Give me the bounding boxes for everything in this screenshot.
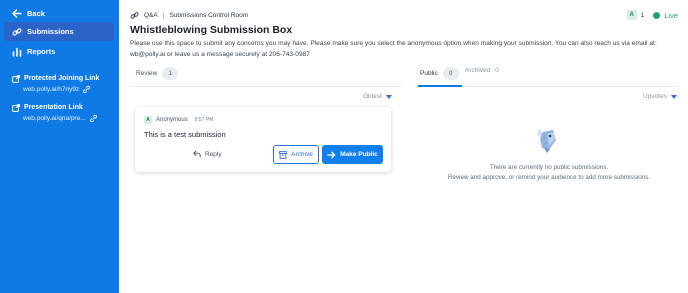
archived-count: 0 <box>495 67 499 74</box>
viewer-count: 1 <box>640 11 645 19</box>
sidebar: Back Submissions Reports Protected Joini… <box>0 0 119 293</box>
viewer-avatar: A <box>626 10 637 20</box>
empty-line-1: There are currently no public submission… <box>489 164 609 171</box>
sort-review-dropdown[interactable]: Oldest <box>363 93 392 100</box>
link-url[interactable]: web.polly.ai/qna/pre... <box>23 115 86 122</box>
breadcrumb-app[interactable]: Q&A <box>144 12 158 19</box>
main-content: Q&A | Submissions Control Room A 1 Live … <box>119 0 688 293</box>
link-title: Presentation Link <box>24 104 83 111</box>
copy-link-icon[interactable] <box>83 86 91 93</box>
app-root: Back Submissions Reports Protected Joini… <box>0 0 688 293</box>
sidebar-item-label: Reports <box>27 47 56 56</box>
live-dot-icon <box>653 11 661 19</box>
presentation-link: Presentation Link web.polly.ai/qna/pre..… <box>11 103 116 122</box>
review-count-badge: 1 <box>162 67 179 80</box>
tab-review[interactable]: Review 1 <box>136 67 179 80</box>
tab-label: Review <box>136 70 158 77</box>
copy-link-icon[interactable] <box>89 115 97 122</box>
reply-button[interactable]: Reply <box>193 150 222 158</box>
page-title: Whistleblowing Submission Box <box>130 24 293 36</box>
sidebar-item-label: Submissions <box>27 27 74 36</box>
link-url[interactable]: web.polly.ai/h7ny9z <box>23 86 79 93</box>
sort-public-dropdown[interactable]: Upvotes <box>643 93 677 100</box>
external-link-icon <box>11 103 20 112</box>
archive-button[interactable]: Archive <box>273 145 319 164</box>
breadcrumb: Q&A | Submissions Control Room <box>130 11 248 20</box>
tab-archived[interactable]: Archived 0 <box>465 67 499 74</box>
tab-label: Public <box>420 70 438 77</box>
protected-joining-link: Protected Joining Link web.polly.ai/h7ny… <box>11 74 116 93</box>
live-label: Live <box>664 10 678 20</box>
sort-label: Upvotes <box>643 93 667 100</box>
submission-text: This is a test submission <box>144 130 226 139</box>
external-link-icon <box>11 74 20 83</box>
active-tab-indicator <box>418 85 462 87</box>
archive-box-icon <box>279 150 288 159</box>
reply-icon <box>193 150 201 158</box>
sort-label: Oldest <box>363 93 382 100</box>
arrow-left-icon <box>11 8 22 19</box>
submission-header: A Anonymous 9:57 PM <box>144 116 213 124</box>
back-label: Back <box>27 9 45 18</box>
chevron-down-icon <box>670 94 677 99</box>
archive-label: Archive <box>291 151 313 158</box>
submission-card: A Anonymous 9:57 PM This is a test submi… <box>135 107 391 172</box>
sidebar-item-submissions[interactable]: Submissions <box>4 22 114 41</box>
sidebar-item-reports[interactable]: Reports <box>4 42 114 61</box>
submission-time: 9:57 PM <box>194 117 214 123</box>
link-title: Protected Joining Link <box>24 75 100 82</box>
breadcrumb-page: Submissions Control Room <box>169 12 249 19</box>
make-public-button[interactable]: Make Public <box>322 145 383 164</box>
chart-icon <box>11 46 22 57</box>
public-count-badge: 0 <box>442 67 459 80</box>
author-name: Anonymous <box>156 117 188 123</box>
empty-state-message: There are currently no public submission… <box>419 163 679 183</box>
tab-label: Archived <box>465 67 491 74</box>
empty-line-2: Review and approve, or remind your audie… <box>447 174 651 181</box>
arrow-right-icon <box>327 151 336 159</box>
page-description: Please use this space to submit any conc… <box>130 40 657 58</box>
chain-icon <box>130 11 139 20</box>
back-button[interactable]: Back <box>4 4 114 23</box>
chevron-down-icon <box>385 94 392 99</box>
link-chain-icon <box>11 26 22 37</box>
make-public-label: Make Public <box>340 151 378 158</box>
live-status: A 1 Live <box>626 10 678 20</box>
tab-public[interactable]: Public 0 <box>420 67 459 80</box>
breadcrumb-separator: | <box>162 12 165 19</box>
review-tab-divider <box>130 86 401 87</box>
author-avatar: A <box>144 116 152 124</box>
empty-state-illustration <box>533 126 559 154</box>
reply-label: Reply <box>205 150 222 158</box>
